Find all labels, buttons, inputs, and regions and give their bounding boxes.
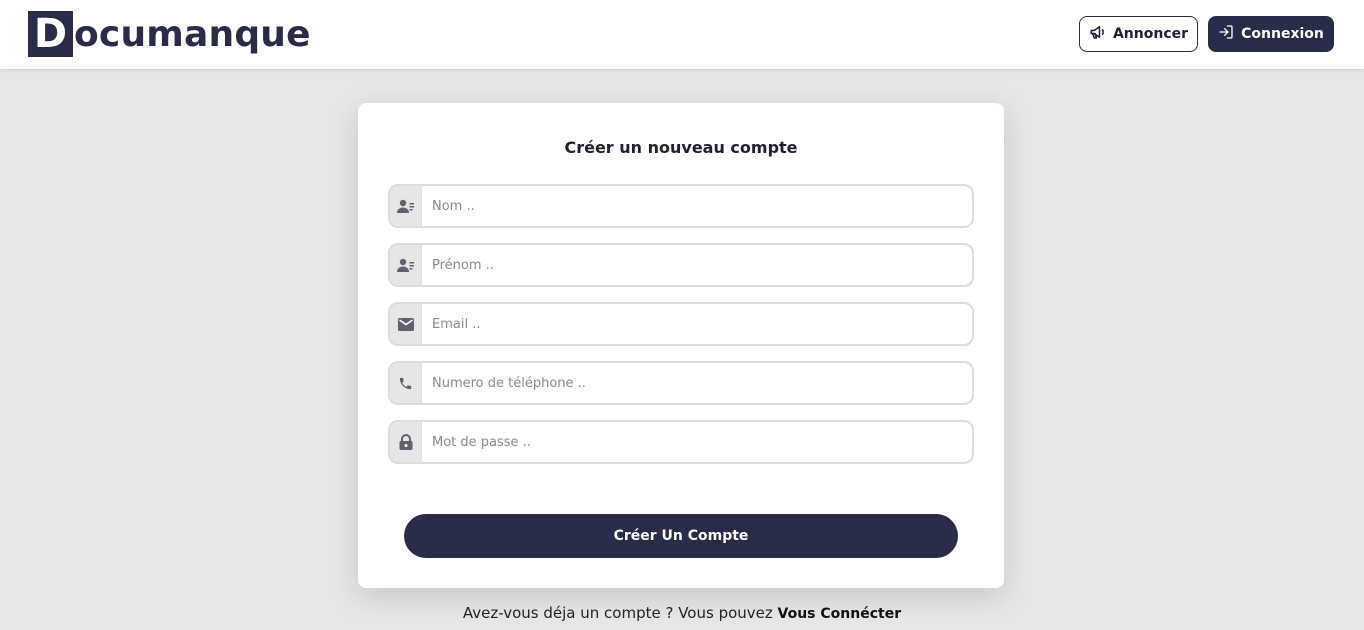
lock-icon [390, 422, 422, 462]
phone-input[interactable] [422, 363, 972, 403]
logo-wordmark: ocumanque [74, 13, 311, 55]
form-title: Créer un nouveau compte [564, 138, 798, 157]
envelope-icon [390, 304, 422, 344]
announce-button-label: Annoncer [1112, 26, 1189, 42]
megaphone-icon [1089, 23, 1107, 45]
login-prompt: Avez-vous déja un compte ? Vous pouvez V… [0, 604, 1364, 622]
first-name-field [388, 243, 974, 287]
login-link[interactable]: Vous Connécter [778, 606, 902, 622]
brand-logo[interactable]: D ocumanque [28, 11, 311, 57]
login-button[interactable]: Connexion [1208, 16, 1334, 52]
login-icon [1218, 24, 1234, 44]
announce-button[interactable]: Annoncer [1079, 16, 1198, 52]
login-button-label: Connexion [1241, 26, 1324, 42]
email-input[interactable] [422, 304, 972, 344]
top-header: D ocumanque Annoncer Connexion [0, 0, 1364, 70]
email-field [388, 302, 974, 346]
first-name-input[interactable] [422, 245, 972, 285]
last-name-input[interactable] [422, 186, 972, 226]
contact-card-icon [390, 245, 422, 285]
logo-letter-box: D [28, 11, 73, 57]
create-account-button[interactable]: Créer Un Compte [404, 514, 958, 558]
signup-card: Créer un nouveau compte Nom .. Prénom ..… [358, 103, 1004, 588]
phone-icon [390, 363, 422, 403]
contact-card-icon [390, 186, 422, 226]
login-prompt-text: Avez-vous déja un compte ? Vous pouvez [462, 604, 778, 622]
password-input[interactable] [422, 422, 972, 462]
phone-field [388, 361, 974, 405]
last-name-field [388, 184, 974, 228]
password-field [388, 420, 974, 464]
